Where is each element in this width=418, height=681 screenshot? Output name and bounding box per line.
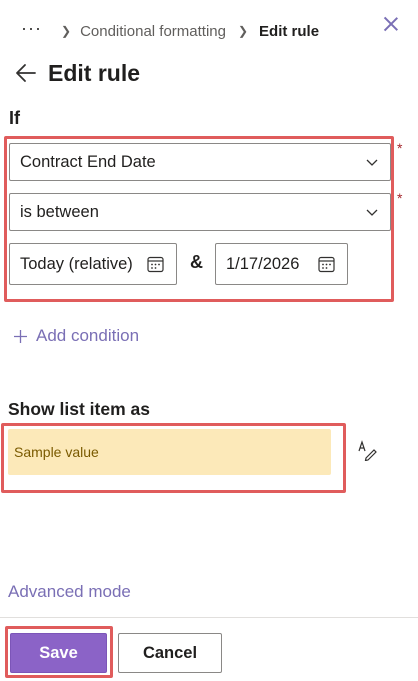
operator-dropdown-value: is between: [20, 202, 99, 221]
add-condition-label: Add condition: [36, 326, 140, 345]
breadcrumb-separator-icon: ❯: [61, 24, 72, 38]
show-list-item-label: Show list item as: [8, 399, 150, 419]
field-dropdown-value: Contract End Date: [20, 152, 156, 171]
cancel-button[interactable]: Cancel: [118, 633, 222, 673]
footer-divider: [0, 617, 418, 618]
plus-icon: [14, 329, 27, 343]
end-date-value: 1/17/2026: [226, 254, 300, 273]
panel-header: Edit rule: [14, 58, 140, 88]
breadcrumb-conditional-formatting[interactable]: Conditional formatting: [80, 23, 226, 40]
chevron-down-icon: [366, 209, 378, 216]
start-date-picker[interactable]: Today (relative): [9, 243, 177, 285]
close-icon[interactable]: [381, 14, 401, 34]
more-options-icon[interactable]: ···: [21, 19, 43, 37]
advanced-mode-link[interactable]: Advanced mode: [8, 582, 131, 602]
calendar-icon[interactable]: [147, 256, 164, 273]
page-title: Edit rule: [48, 59, 141, 86]
if-label: If: [9, 108, 20, 128]
breadcrumb-separator-icon: ❯: [237, 24, 249, 38]
add-condition-button[interactable]: Add condition: [13, 326, 139, 346]
start-date-value: Today (relative): [20, 254, 133, 273]
operator-dropdown[interactable]: is between: [9, 193, 391, 231]
format-pen-icon[interactable]: [356, 439, 378, 461]
chevron-down-icon: [366, 159, 378, 166]
sample-value-text: Sample value: [14, 444, 99, 460]
required-marker: *: [397, 190, 403, 206]
breadcrumb: ··· ❯ Conditional formatting ❯ Edit rule: [21, 19, 320, 42]
calendar-icon[interactable]: [318, 256, 335, 273]
end-date-picker[interactable]: 1/17/2026: [215, 243, 348, 285]
field-dropdown[interactable]: Contract End Date: [9, 143, 391, 181]
required-marker: *: [397, 140, 403, 156]
range-separator: &: [190, 252, 203, 272]
breadcrumb-current: Edit rule: [259, 22, 320, 40]
save-button[interactable]: Save: [10, 633, 107, 673]
back-arrow-icon[interactable]: [14, 61, 38, 85]
sample-value-preview: Sample value: [8, 429, 331, 475]
